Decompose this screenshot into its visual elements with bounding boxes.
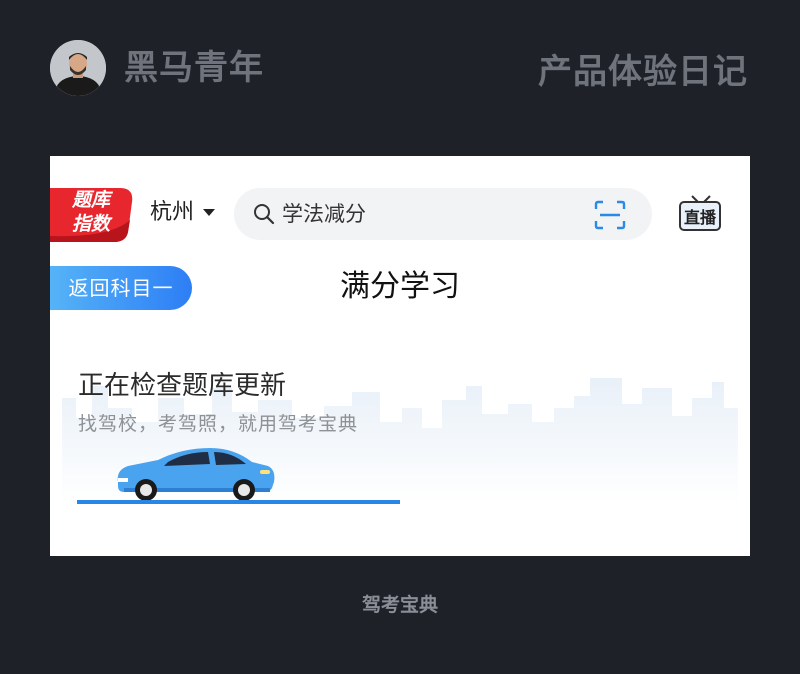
update-progress-fill — [77, 500, 400, 504]
update-progress-bar — [77, 500, 400, 504]
scan-icon[interactable] — [594, 200, 626, 230]
live-label: 直播 — [684, 208, 717, 227]
back-to-subject-one-button[interactable]: 返回科目一 — [50, 266, 192, 310]
loading-subtitle: 找驾校，考驾照，就用驾考宝典 — [78, 413, 359, 435]
logo-line-2: 指数 — [71, 213, 110, 235]
loading-title: 正在检查题库更新 — [78, 371, 287, 401]
car-icon — [117, 448, 275, 501]
search-bar[interactable]: 学法减分 — [234, 188, 652, 240]
search-icon — [254, 204, 275, 225]
logo-text: 题库 指数 — [56, 188, 126, 236]
caret-down-icon[interactable] — [203, 209, 215, 216]
series-title: 产品体验日记 — [538, 52, 748, 92]
post-header: 黑马青年 产品体验日记 — [0, 0, 800, 140]
search-placeholder: 学法减分 — [282, 202, 366, 226]
city-selector[interactable]: 杭州 — [150, 198, 194, 228]
screenshot-caption: 驾考宝典 — [361, 594, 438, 616]
app-screenshot: 题库 指数 杭州 学法减分 直播 满分学习 返回科目一 正在检查题库更新 找驾校… — [50, 156, 750, 556]
author-avatar[interactable] — [50, 40, 106, 96]
logo-line-1: 题库 — [71, 189, 110, 211]
author-name: 黑马青年 — [124, 48, 264, 88]
live-stream-icon[interactable]: 直播 — [676, 194, 724, 234]
